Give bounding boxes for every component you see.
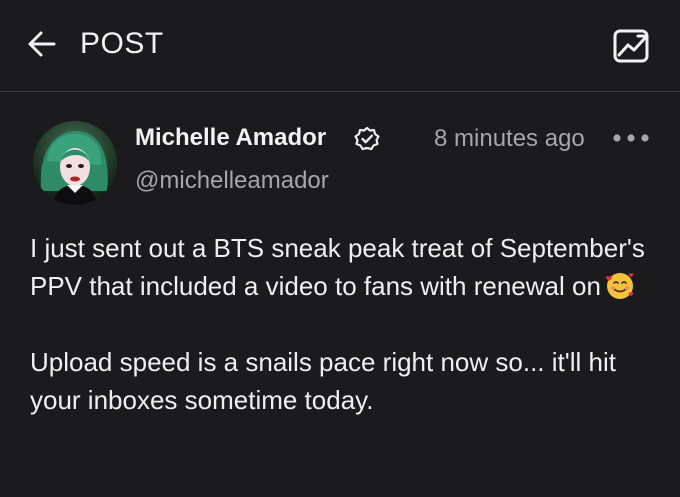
- statistics-button[interactable]: [612, 26, 652, 66]
- post-paragraph: I just sent out a BTS sneak peak treat o…: [30, 229, 660, 305]
- author-handle[interactable]: @michelleamador: [135, 166, 329, 196]
- author-name[interactable]: Michelle Amador: [135, 123, 326, 153]
- page-title: POST: [80, 27, 164, 60]
- verified-badge-icon: [354, 126, 380, 152]
- statistics-icon: [613, 29, 649, 63]
- top-bar: POST: [0, 0, 680, 92]
- more-dots-icon: [613, 134, 649, 142]
- back-button[interactable]: [26, 28, 58, 60]
- post-paragraph-text: I just sent out a BTS sneak peak treat o…: [30, 233, 645, 301]
- post-paragraph: Upload speed is a snails pace right now …: [30, 347, 616, 415]
- avatar-photo: [33, 121, 117, 205]
- smiling-face-with-hearts-icon: [605, 271, 635, 301]
- post-text: I just sent out a BTS sneak peak treat o…: [30, 229, 660, 419]
- more-options-button[interactable]: [610, 124, 652, 152]
- avatar[interactable]: [33, 121, 117, 205]
- post-time: 8 minutes ago: [434, 125, 585, 152]
- arrow-left-icon: [28, 31, 56, 57]
